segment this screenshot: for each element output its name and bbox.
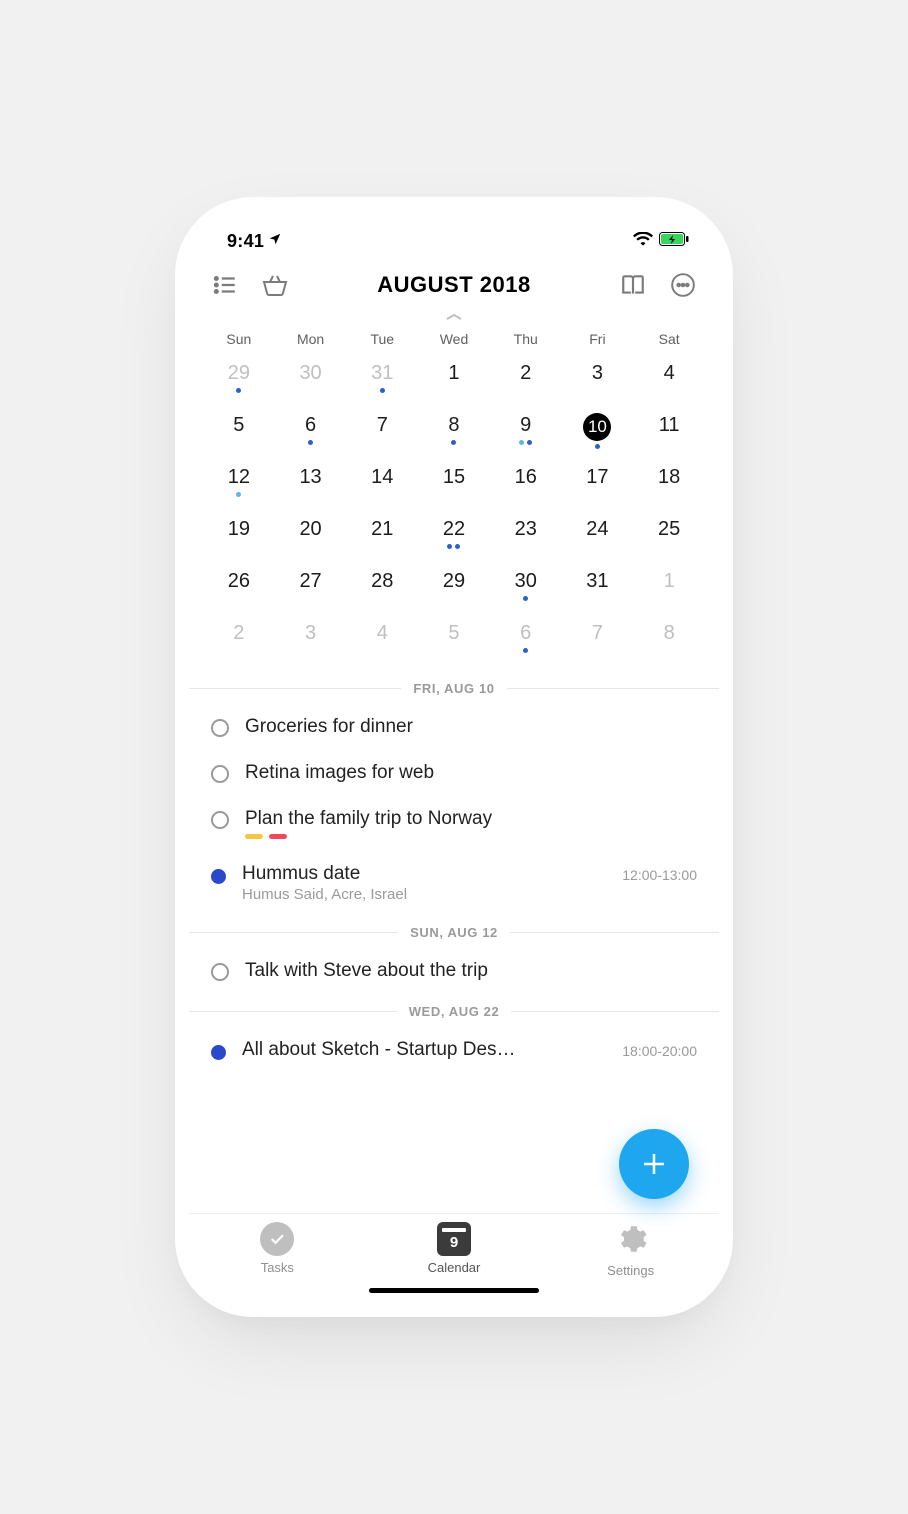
item-title: All about Sketch - Startup Des… — [242, 1039, 606, 1061]
calendar-grid: 2930311234567891011121314151617181920212… — [189, 355, 719, 671]
calendar-day[interactable]: 4 — [633, 355, 705, 407]
task-item[interactable]: Plan the family trip to Norway — [189, 796, 719, 851]
weekday-label: Thu — [490, 331, 562, 347]
calendar-day[interactable]: 27 — [275, 563, 347, 615]
task-checkbox[interactable] — [211, 811, 229, 829]
calendar-day[interactable]: 20 — [275, 511, 347, 563]
tab-tasks[interactable]: Tasks — [189, 1222, 366, 1303]
weekday-label: Sun — [203, 331, 275, 347]
calendar-day[interactable]: 2 — [490, 355, 562, 407]
calendar-day[interactable]: 28 — [346, 563, 418, 615]
calendar-day[interactable]: 30 — [490, 563, 562, 615]
calendar-day[interactable]: 6 — [490, 615, 562, 667]
calendar-day[interactable]: 7 — [346, 407, 418, 459]
collapse-calendar-chevron[interactable] — [189, 313, 719, 321]
calendar-day[interactable]: 29 — [203, 355, 275, 407]
weekday-label: Wed — [418, 331, 490, 347]
calendar-day[interactable]: 31 — [346, 355, 418, 407]
calendar-day[interactable]: 5 — [203, 407, 275, 459]
tab-calendar-label: Calendar — [428, 1260, 481, 1275]
home-indicator[interactable] — [369, 1288, 539, 1293]
item-title: Retina images for web — [245, 762, 697, 784]
more-icon[interactable] — [669, 271, 697, 299]
calendar-day[interactable]: 18 — [633, 459, 705, 511]
calendar-day[interactable]: 22 — [418, 511, 490, 563]
tab-settings-label: Settings — [607, 1263, 654, 1278]
calendar-day[interactable]: 25 — [633, 511, 705, 563]
task-item[interactable]: Groceries for dinner — [189, 704, 719, 750]
calendar-day[interactable]: 29 — [418, 563, 490, 615]
status-time: 9:41 — [227, 231, 264, 252]
weekday-label: Sat — [633, 331, 705, 347]
event-dot-icon — [211, 869, 226, 884]
notch — [342, 211, 567, 244]
calendar-day[interactable]: 1 — [633, 563, 705, 615]
toolbar: AUGUST 2018 — [189, 259, 719, 311]
calendar-day[interactable]: 10 — [562, 407, 634, 459]
calendar-day[interactable]: 3 — [275, 615, 347, 667]
tab-bar: Tasks 9 Calendar Settings — [189, 1213, 719, 1303]
book-icon[interactable] — [619, 271, 647, 299]
item-title: Talk with Steve about the trip — [245, 960, 697, 982]
calendar-day[interactable]: 12 — [203, 459, 275, 511]
calendar-day[interactable]: 19 — [203, 511, 275, 563]
task-item[interactable]: Retina images for web — [189, 750, 719, 796]
event-item[interactable]: Hummus dateHumus Said, Acre, Israel 12:00… — [189, 851, 719, 915]
calendar-day[interactable]: 5 — [418, 615, 490, 667]
calendar-day[interactable]: 14 — [346, 459, 418, 511]
calendar-icon: 9 — [437, 1222, 471, 1256]
calendar-day[interactable]: 31 — [562, 563, 634, 615]
calendar-day[interactable]: 13 — [275, 459, 347, 511]
task-checkbox[interactable] — [211, 719, 229, 737]
calendar-day[interactable]: 7 — [562, 615, 634, 667]
task-checkbox[interactable] — [211, 963, 229, 981]
location-icon — [268, 232, 282, 251]
calendar-day[interactable]: 3 — [562, 355, 634, 407]
calendar-day[interactable]: 24 — [562, 511, 634, 563]
calendar-day[interactable]: 6 — [275, 407, 347, 459]
calendar-day[interactable]: 26 — [203, 563, 275, 615]
tab-settings[interactable]: Settings — [542, 1222, 719, 1303]
tab-tasks-label: Tasks — [261, 1260, 294, 1275]
weekday-label: Tue — [346, 331, 418, 347]
calendar-day[interactable]: 15 — [418, 459, 490, 511]
calendar-day[interactable]: 9 — [490, 407, 562, 459]
weekday-label: Fri — [562, 331, 634, 347]
calendar-day[interactable]: 23 — [490, 511, 562, 563]
weekday-row: SunMonTueWedThuFriSat — [189, 321, 719, 355]
task-checkbox[interactable] — [211, 765, 229, 783]
weekday-label: Mon — [275, 331, 347, 347]
gear-icon — [614, 1222, 648, 1259]
battery-icon — [659, 232, 689, 251]
wifi-icon — [633, 232, 653, 251]
phone-frame: 9:41 AUGUST 2018 — [189, 211, 719, 1303]
section-header: SUN, AUG 12 — [189, 915, 719, 948]
calendar-day[interactable]: 30 — [275, 355, 347, 407]
item-subtitle: Humus Said, Acre, Israel — [242, 886, 606, 903]
item-title: Plan the family trip to Norway — [245, 808, 697, 830]
task-item[interactable]: Talk with Steve about the trip — [189, 948, 719, 994]
section-header: WED, AUG 22 — [189, 994, 719, 1027]
check-icon — [260, 1222, 294, 1256]
calendar-day[interactable]: 2 — [203, 615, 275, 667]
event-dot-icon — [211, 1045, 226, 1060]
month-title[interactable]: AUGUST 2018 — [377, 272, 530, 298]
basket-icon[interactable] — [261, 271, 289, 299]
calendar-day[interactable]: 17 — [562, 459, 634, 511]
calendar-day[interactable]: 4 — [346, 615, 418, 667]
item-time: 12:00-13:00 — [622, 867, 697, 883]
calendar-day[interactable]: 21 — [346, 511, 418, 563]
list-icon[interactable] — [211, 271, 239, 299]
calendar-day[interactable]: 8 — [418, 407, 490, 459]
calendar-day[interactable]: 16 — [490, 459, 562, 511]
calendar-day[interactable]: 8 — [633, 615, 705, 667]
calendar-day[interactable]: 1 — [418, 355, 490, 407]
calendar-day[interactable]: 11 — [633, 407, 705, 459]
event-item[interactable]: All about Sketch - Startup Des… 18:00-20:… — [189, 1027, 719, 1073]
item-title: Groceries for dinner — [245, 716, 697, 738]
add-button[interactable] — [619, 1129, 689, 1199]
item-title: Hummus date — [242, 863, 606, 885]
section-header: FRI, AUG 10 — [189, 671, 719, 704]
item-time: 18:00-20:00 — [622, 1043, 697, 1059]
